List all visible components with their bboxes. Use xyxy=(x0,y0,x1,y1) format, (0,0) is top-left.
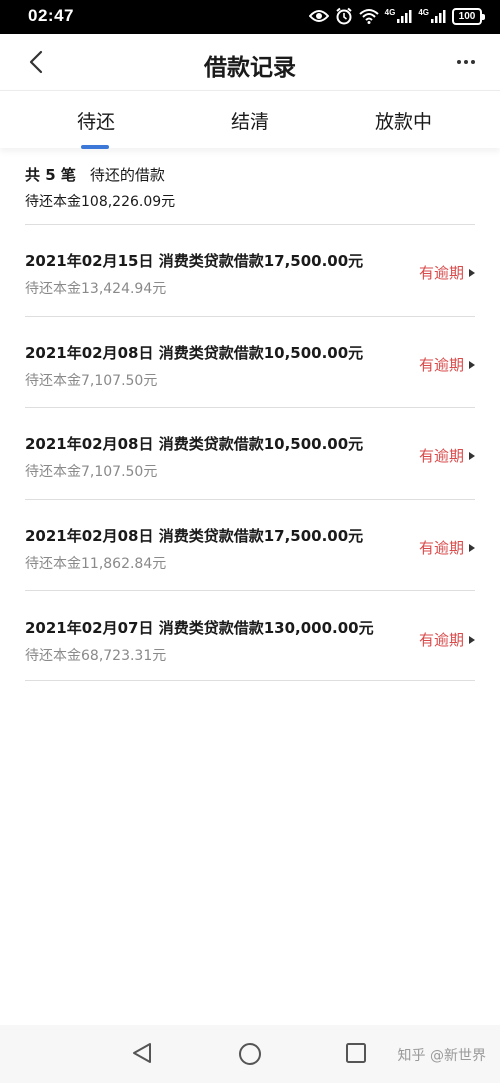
loan-status: 有逾期 xyxy=(419,262,475,283)
divider xyxy=(25,680,475,681)
caret-right-icon xyxy=(469,543,475,552)
more-button[interactable] xyxy=(450,50,482,74)
caret-right-icon xyxy=(469,268,475,277)
loan-row[interactable]: 2021年02月07日 消费类贷款借款130,000.00元 待还本金68,72… xyxy=(25,617,475,707)
triangle-back-icon xyxy=(133,1043,151,1063)
system-home-button[interactable] xyxy=(237,1041,263,1071)
status-time: 02:47 xyxy=(28,6,74,25)
summary-type: 待还的借款 xyxy=(89,166,165,184)
loan-title: 2021年02月07日 消费类贷款借款130,000.00元 xyxy=(25,619,374,637)
network-type-2: 4G xyxy=(418,8,429,17)
signal-icon xyxy=(397,10,412,23)
system-back-button[interactable] xyxy=(130,1041,154,1069)
square-recents-icon xyxy=(346,1043,366,1063)
loan-remaining: 待还本金7,107.50元 xyxy=(25,373,158,389)
wifi-icon xyxy=(358,9,379,24)
overdue-label: 有逾期 xyxy=(418,356,464,374)
circle-home-icon xyxy=(239,1043,261,1065)
loan-summary: 共 5 笔待还的借款 待还本金108,226.09元 xyxy=(25,164,475,211)
alarm-icon xyxy=(336,7,352,25)
divider xyxy=(25,316,475,317)
tab-pending[interactable]: 待还 xyxy=(77,107,115,134)
divider xyxy=(25,407,475,408)
loan-title: 2021年02月15日 消费类贷款借款17,500.00元 xyxy=(25,252,364,270)
loan-remaining: 待还本金11,862.84元 xyxy=(25,556,167,572)
loan-status: 有逾期 xyxy=(419,445,475,466)
more-icon xyxy=(457,60,461,64)
battery-level: 100 xyxy=(458,10,476,22)
battery-icon: 100 xyxy=(452,7,485,25)
active-tab-indicator xyxy=(81,145,109,149)
overdue-label: 有逾期 xyxy=(418,631,464,649)
overdue-label: 有逾期 xyxy=(418,264,464,282)
divider xyxy=(25,590,475,591)
overdue-label: 有逾期 xyxy=(418,539,464,557)
caret-right-icon xyxy=(469,451,475,460)
caret-right-icon xyxy=(469,360,475,369)
signal-icon xyxy=(431,10,446,23)
summary-principal: 待还本金108,226.09元 xyxy=(25,194,176,210)
tab-disbursing[interactable]: 放款中 xyxy=(375,107,432,134)
signal-group-1: 4G xyxy=(385,9,413,23)
loan-status: 有逾期 xyxy=(419,629,475,650)
loan-remaining: 待还本金68,723.31元 xyxy=(25,648,167,664)
loan-status: 有逾期 xyxy=(419,354,475,375)
system-nav-bar: 知乎 @新世界 xyxy=(0,1025,500,1083)
summary-line: 共 5 笔待还的借款 xyxy=(25,164,475,185)
status-bar: 02:47 4G 4G 100 xyxy=(0,0,500,34)
nav-header: 借款记录 xyxy=(0,34,500,90)
status-icons: 4G 4G 100 xyxy=(308,7,485,25)
system-recents-button[interactable] xyxy=(344,1041,368,1069)
divider xyxy=(25,224,475,225)
loan-count: 共 5 笔 xyxy=(25,166,76,184)
loan-remaining: 待还本金13,424.94元 xyxy=(25,281,167,297)
overdue-label: 有逾期 xyxy=(418,447,464,465)
loan-title: 2021年02月08日 消费类贷款借款10,500.00元 xyxy=(25,435,364,453)
loan-row[interactable]: 2021年02月08日 消费类贷款借款17,500.00元 待还本金11,862… xyxy=(25,525,475,615)
loan-status: 有逾期 xyxy=(419,537,475,558)
page-title: 借款记录 xyxy=(204,55,296,81)
caret-right-icon xyxy=(469,635,475,644)
tab-bar: 待还 结清 放款中 xyxy=(0,90,500,149)
loan-title: 2021年02月08日 消费类贷款借款10,500.00元 xyxy=(25,344,364,362)
loan-remaining: 待还本金7,107.50元 xyxy=(25,464,158,480)
loan-title: 2021年02月08日 消费类贷款借款17,500.00元 xyxy=(25,527,364,545)
more-icon-dot xyxy=(471,60,475,64)
eye-icon xyxy=(308,10,329,22)
more-icon-dot xyxy=(464,60,468,64)
loan-row[interactable]: 2021年02月08日 消费类贷款借款10,500.00元 待还本金7,107.… xyxy=(25,433,475,523)
loan-row[interactable]: 2021年02月08日 消费类贷款借款10,500.00元 待还本金7,107.… xyxy=(25,342,475,432)
network-type-1: 4G xyxy=(384,8,396,17)
signal-group-2: 4G xyxy=(418,9,446,23)
tab-settled[interactable]: 结清 xyxy=(231,107,269,134)
divider xyxy=(25,499,475,500)
watermark: 知乎 @新世界 xyxy=(397,1048,486,1064)
loan-row[interactable]: 2021年02月15日 消费类贷款借款17,500.00元 待还本金13,424… xyxy=(25,250,475,340)
